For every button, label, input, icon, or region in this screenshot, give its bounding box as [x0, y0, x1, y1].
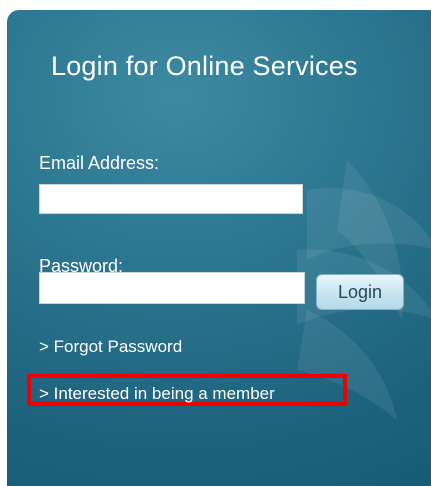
forgot-password-link[interactable]: > Forgot Password: [39, 337, 182, 357]
member-interest-link[interactable]: > Interested in being a member: [39, 384, 275, 404]
login-button[interactable]: Login: [316, 274, 404, 310]
password-field[interactable]: [39, 272, 305, 304]
email-label: Email Address:: [39, 153, 160, 173]
login-panel: Login for Online Services: [7, 10, 431, 486]
email-field[interactable]: [39, 184, 303, 214]
page-title: Login for Online Services: [51, 51, 358, 81]
